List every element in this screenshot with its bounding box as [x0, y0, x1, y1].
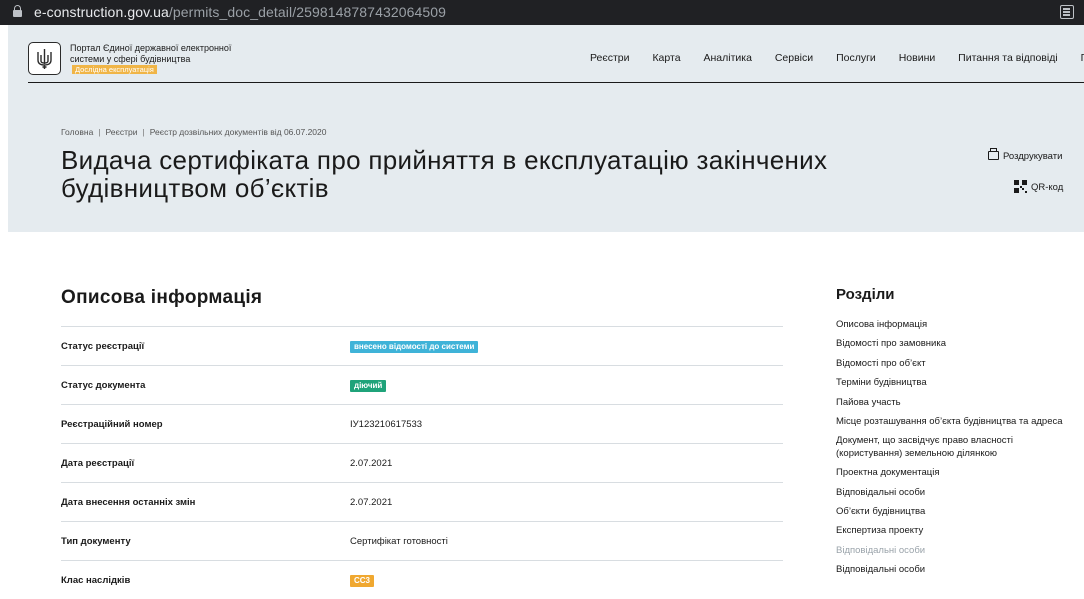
qr-code-label: QR-код: [1031, 182, 1064, 193]
document-status-badge: діючий: [350, 380, 387, 392]
menu-item-news[interactable]: Новини: [899, 52, 936, 64]
sidebar-item-responsible-3[interactable]: Відповідальні особи: [836, 564, 1076, 577]
browser-address-bar[interactable]: e-construction.gov.ua/permits_doc_detail…: [0, 0, 1084, 25]
breadcrumb: Головна | Реєстри | Реєстр дозвільних докуме…: [61, 127, 327, 137]
menu-item-registries[interactable]: Реєстри: [590, 52, 630, 64]
sidebar-item-land-rights[interactable]: Документ, що засвідчує право власності (…: [836, 435, 1076, 460]
registration-status-badge: внесено відомості до системи: [350, 341, 479, 353]
row-label: Статус реєстрації: [61, 341, 145, 352]
consequence-class-badge: СС3: [350, 575, 375, 587]
breadcrumb-current[interactable]: Реєстр дозвільних документів від 06.07.2…: [150, 127, 327, 137]
menu-item-map[interactable]: Карта: [652, 52, 680, 64]
row-value: 2.07.2021: [350, 497, 393, 508]
breadcrumb-separator: |: [98, 127, 101, 137]
sidebar-item-description[interactable]: Описова інформація: [836, 319, 1076, 332]
qr-code-button[interactable]: QR-код: [1014, 180, 1063, 193]
sidebar-item-responsible[interactable]: Відповідальні особи: [836, 487, 1076, 500]
url-host: e-construction.gov.ua: [34, 4, 169, 20]
table-row: Дата реєстрації 2.07.2021: [61, 443, 783, 482]
sidebar-item-object[interactable]: Відомості про об’єкт: [836, 358, 1076, 371]
sidebar-item-location[interactable]: Місце розташування об’єкта будівництва т…: [836, 416, 1076, 429]
sidebar-item-share[interactable]: Пайова участь: [836, 397, 1076, 410]
breadcrumb-home[interactable]: Головна: [61, 127, 93, 137]
row-label: Статус документа: [61, 380, 146, 391]
beta-badge: Дослідна експлуатація: [72, 65, 157, 74]
print-button[interactable]: Роздрукувати: [988, 148, 1063, 162]
table-row: Тип документу Сертифікат готовності: [61, 521, 783, 560]
breadcrumb-separator: |: [142, 127, 145, 137]
row-label: Дата внесення останніх змін: [61, 497, 196, 508]
sidebar-sections: Описова інформація Відомості про замовни…: [836, 319, 1076, 584]
sidebar-item-responsible-2[interactable]: Відповідальні особи: [836, 545, 1076, 558]
menu-item-services[interactable]: Сервіси: [775, 52, 813, 64]
url-text[interactable]: e-construction.gov.ua/permits_doc_detail…: [34, 4, 446, 20]
breadcrumb-registries[interactable]: Реєстри: [106, 127, 138, 137]
sidebar-item-expertise[interactable]: Експертиза проекту: [836, 525, 1076, 538]
menu-item-more[interactable]: Пр: [1081, 52, 1084, 64]
printer-icon: [988, 148, 999, 160]
sidebar-item-customer[interactable]: Відомості про замовника: [836, 338, 1076, 351]
table-row: Статус реєстрації внесено відомості до с…: [61, 326, 783, 365]
sidebar-title: Розділи: [836, 286, 895, 303]
menu-item-analytics[interactable]: Аналітика: [703, 52, 751, 64]
menu-item-public-services[interactable]: Послуги: [836, 52, 876, 64]
page-header: Портал Єдиної державної електронної сист…: [8, 25, 1084, 232]
row-value: 2.07.2021: [350, 458, 393, 469]
sidebar-item-project-docs[interactable]: Проектна документація: [836, 467, 1076, 480]
print-label: Роздрукувати: [1003, 151, 1063, 162]
page-title: Видача сертифіката про прийняття в експл…: [61, 145, 828, 203]
page-action-icon[interactable]: [1060, 5, 1074, 19]
section-title: Описова інформація: [61, 287, 263, 308]
row-label: Дата реєстрації: [61, 458, 135, 469]
row-value: ІУ123210617533: [350, 419, 423, 430]
menu-item-faq[interactable]: Питання та відповіді: [958, 52, 1058, 64]
table-row: Реєстраційний номер ІУ123210617533: [61, 404, 783, 443]
portal-name[interactable]: Портал Єдиної державної електронної сист…: [70, 43, 240, 75]
row-value: Сертифікат готовності: [350, 536, 448, 547]
table-row: Статус документа діючий: [61, 365, 783, 404]
page-margin: [0, 25, 8, 579]
qr-code-icon: [1014, 180, 1027, 193]
main-menu: Реєстри Карта Аналітика Сервіси Послуги …: [590, 52, 1084, 64]
top-navigation: Портал Єдиної державної електронної сист…: [28, 33, 1084, 83]
table-row: Дата внесення останніх змін 2.07.2021: [61, 482, 783, 521]
lock-icon[interactable]: [13, 5, 22, 18]
trident-emblem-icon[interactable]: [28, 42, 61, 75]
row-label: Клас наслідків: [61, 575, 131, 586]
table-row: Клас наслідків СС3: [61, 560, 783, 599]
sidebar-item-terms[interactable]: Терміни будівництва: [836, 377, 1076, 390]
row-label: Тип документу: [61, 536, 131, 547]
info-table: Статус реєстрації внесено відомості до с…: [61, 326, 783, 599]
portal-name-text: Портал Єдиної державної електронної сист…: [70, 43, 232, 64]
url-path: /permits_doc_detail/2598148787432064509: [168, 4, 447, 20]
row-label: Реєстраційний номер: [61, 419, 163, 430]
sidebar-item-buildings[interactable]: Об’єкти будівництва: [836, 506, 1076, 519]
